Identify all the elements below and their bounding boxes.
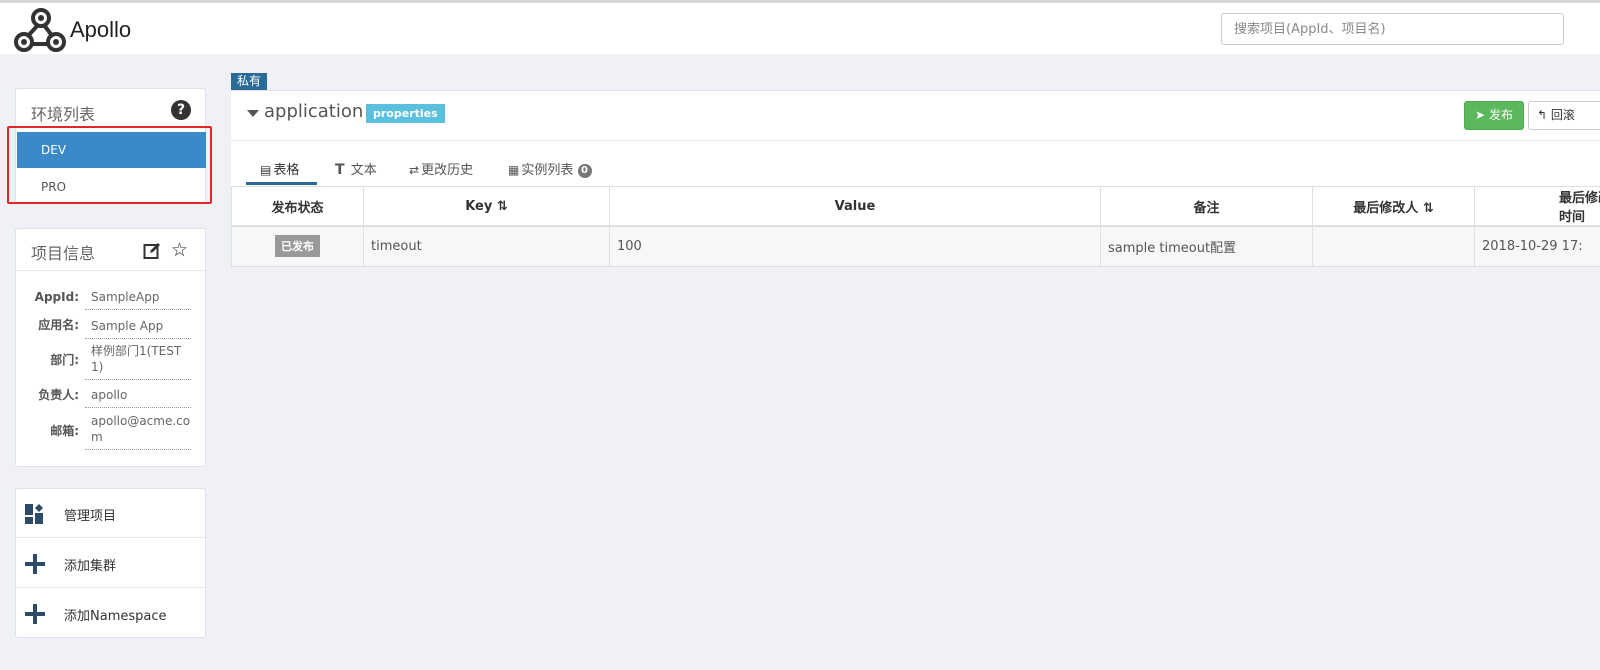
tab-label: 实例列表: [521, 163, 574, 178]
history-icon: ⇄: [409, 163, 420, 177]
col-modifier[interactable]: 最后修改人 ⇅: [1312, 186, 1475, 227]
table-icon: ▤: [260, 163, 272, 177]
tab-text[interactable]: T 文本: [335, 157, 377, 185]
col-modifier-label: 最后修改人: [1353, 200, 1419, 216]
text-icon: T: [335, 162, 345, 178]
cell-key: timeout: [363, 225, 610, 267]
config-table: 发布状态 Key ⇅ Value 备注 最后修改人 ⇅ 最后修改时间 已发布 t…: [231, 186, 1600, 267]
plus-icon: [25, 554, 45, 574]
info-value: SampleApp: [85, 289, 191, 310]
tab-label: 文本: [350, 163, 377, 178]
send-icon: ➤: [1475, 108, 1486, 122]
format-badge: properties: [366, 104, 445, 123]
info-label: 邮箱:: [50, 424, 79, 438]
info-value: Sample App: [85, 318, 191, 339]
info-value: apollo@acme.com: [85, 413, 191, 450]
table-header-row: 发布状态 Key ⇅ Value 备注 最后修改人 ⇅ 最后修改时间: [231, 186, 1600, 227]
undo-icon: ↰: [1537, 108, 1548, 122]
col-modified-time: 最后修改时间: [1474, 186, 1600, 227]
add-cluster-item[interactable]: 添加集群: [16, 539, 205, 588]
brand-name[interactable]: Apollo: [70, 17, 131, 43]
highlight-box: [7, 126, 212, 204]
publish-button[interactable]: ➤ 发布: [1464, 101, 1524, 130]
cell-modifier: [1312, 225, 1475, 267]
status-badge: 已发布: [275, 235, 320, 258]
env-list-title: 环境列表: [31, 105, 96, 124]
tab-table[interactable]: ▤ 表格: [246, 157, 317, 185]
manage-project-label: 管理项目: [64, 509, 117, 524]
manage-project-item[interactable]: 管理项目: [16, 489, 205, 538]
info-label: 负责人:: [38, 388, 79, 402]
private-tag: 私有: [231, 73, 268, 90]
add-cluster-label: 添加集群: [64, 559, 117, 574]
namespace-name: application: [264, 101, 364, 122]
tab-label: 更改历史: [421, 163, 474, 178]
sort-icon[interactable]: ⇅: [1423, 201, 1434, 216]
info-label: 部门:: [50, 353, 79, 367]
sort-icon[interactable]: ⇅: [497, 199, 508, 214]
cell-status: 已发布: [231, 225, 364, 267]
instance-count-badge: 0: [577, 164, 592, 178]
tab-instances[interactable]: ▦ 实例列表 0: [508, 157, 592, 185]
plus-icon: [25, 604, 45, 624]
publish-label: 发布: [1488, 108, 1513, 122]
table-row[interactable]: 已发布 timeout 100 sample timeout配置 2018-10…: [231, 225, 1600, 267]
add-namespace-label: 添加Namespace: [64, 609, 167, 624]
edit-icon[interactable]: [143, 242, 161, 260]
col-status: 发布状态: [231, 186, 364, 227]
info-value: apollo: [85, 387, 191, 408]
search-input[interactable]: [1221, 13, 1564, 45]
cell-value: 100: [609, 225, 1101, 267]
namespace-header: application properties ➤ 发布 ↰ 回滚: [231, 91, 1600, 141]
col-key[interactable]: Key ⇅: [363, 186, 610, 227]
add-namespace-item[interactable]: 添加Namespace: [16, 589, 205, 638]
dashboard-icon: [25, 504, 43, 524]
cell-comment: sample timeout配置: [1100, 225, 1313, 267]
namespace-panel: application properties ➤ 发布 ↰ 回滚 ▤ 表格 T 文…: [231, 90, 1600, 267]
col-value: Value: [609, 186, 1101, 227]
caret-down-icon[interactable]: [247, 110, 259, 117]
col-key-label: Key: [465, 198, 493, 214]
info-value: 样例部门1(TEST1): [85, 343, 191, 380]
project-info-title: 项目信息: [31, 244, 96, 263]
star-icon[interactable]: ☆: [171, 241, 188, 260]
top-header: Apollo: [0, 0, 1600, 54]
project-info-header: 项目信息 ☆: [16, 229, 205, 271]
col-comment: 备注: [1100, 186, 1313, 227]
action-panel: 管理项目 添加集群 添加Namespace: [15, 488, 206, 638]
rollback-label: 回滚: [1550, 108, 1575, 122]
tab-history[interactable]: ⇄ 更改历史: [409, 157, 473, 185]
info-label: AppId:: [34, 290, 79, 304]
cell-modified-time: 2018-10-29 17:: [1474, 225, 1600, 267]
instance-icon: ▦: [508, 163, 520, 177]
apollo-logo-icon[interactable]: [14, 7, 66, 53]
info-label: 应用名:: [38, 318, 79, 332]
project-info-panel: 项目信息 ☆ AppId: SampleApp 应用名: Sample App …: [15, 228, 206, 467]
tab-label: 表格: [273, 163, 300, 178]
help-icon[interactable]: ?: [171, 100, 191, 120]
rollback-button[interactable]: ↰ 回滚: [1528, 101, 1600, 130]
